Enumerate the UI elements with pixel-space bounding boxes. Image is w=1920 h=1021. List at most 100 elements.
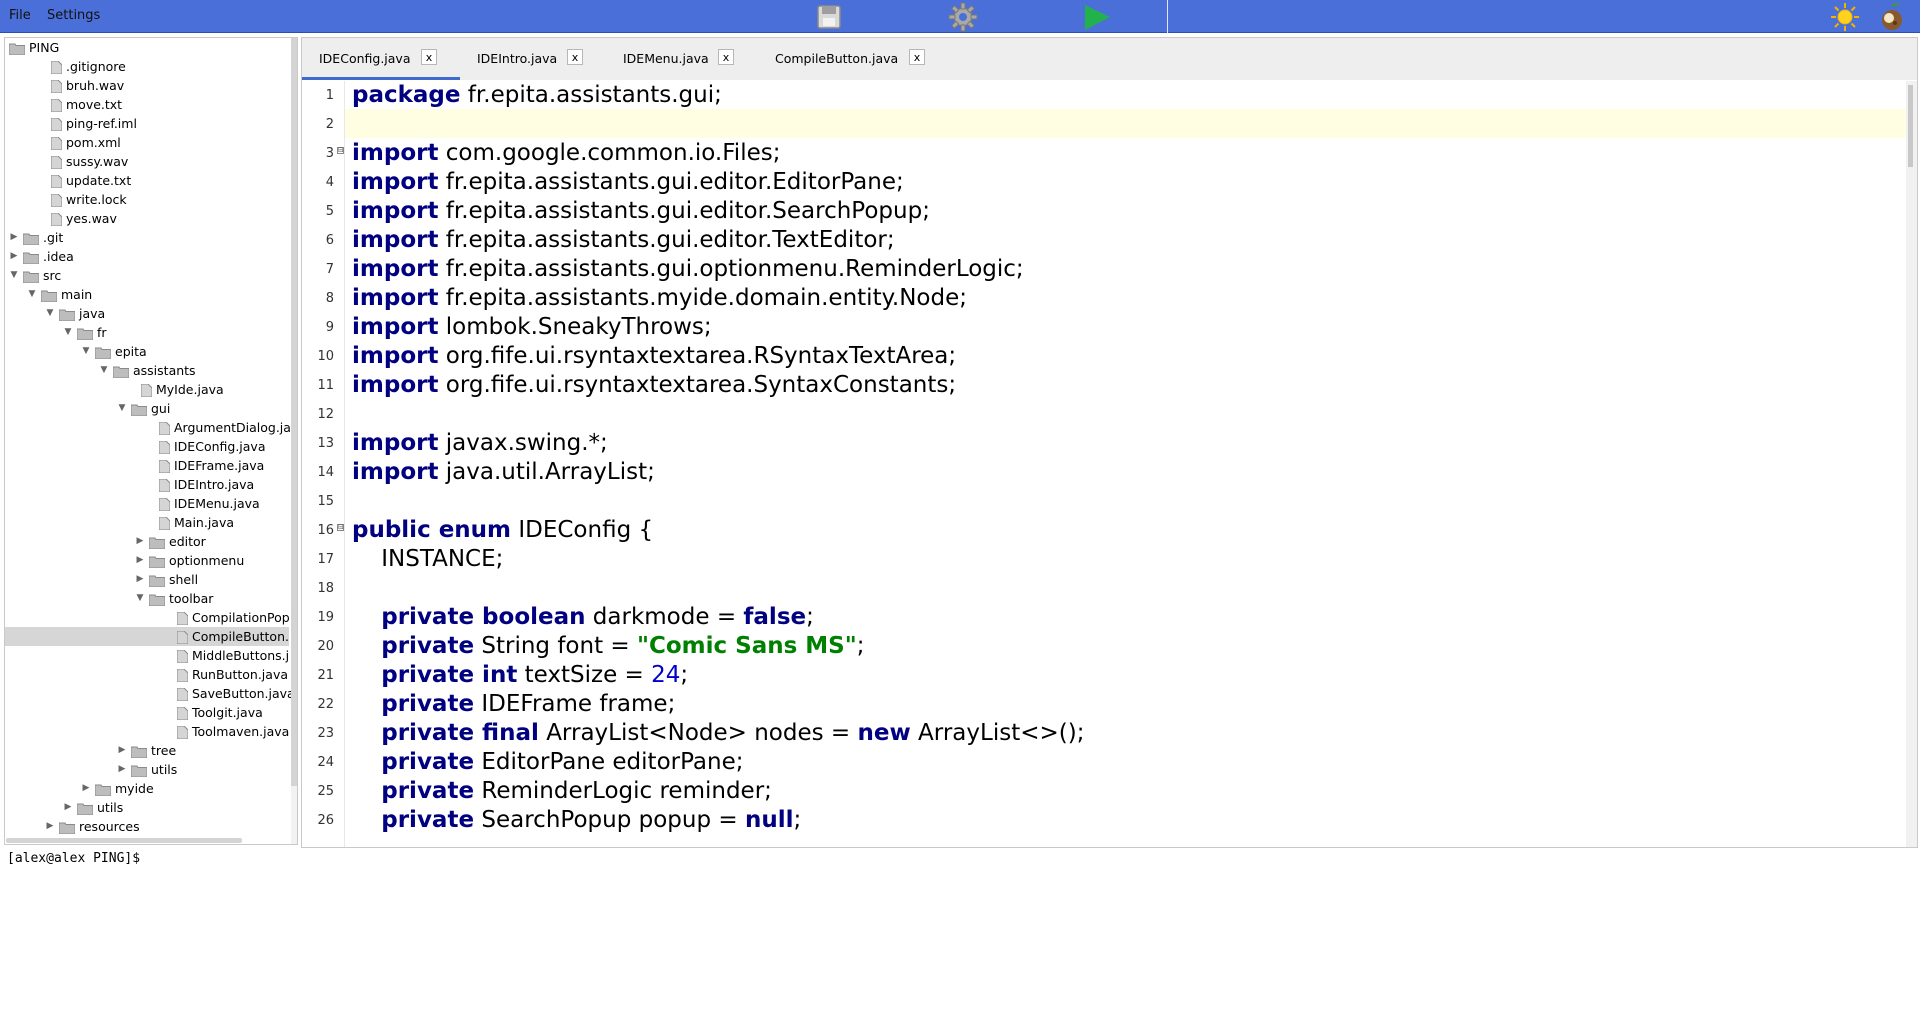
tree-file[interactable]: IDEFrame.java <box>5 456 289 475</box>
chevron-right-icon[interactable]: ▶ <box>117 760 127 779</box>
tree-vertical-scrollbar[interactable] <box>291 38 297 786</box>
tree-folder[interactable]: PING <box>5 38 289 57</box>
code-keyword: null <box>744 807 794 833</box>
chevron-down-icon[interactable]: ▼ <box>63 323 73 342</box>
fold-icon[interactable]: ⊟ <box>337 147 344 154</box>
tree-folder[interactable]: ▶ utils <box>5 798 289 817</box>
tree-file[interactable]: Toolgit.java <box>5 703 289 722</box>
gear-icon[interactable] <box>948 2 978 32</box>
chevron-right-icon[interactable]: ▶ <box>117 741 127 760</box>
tree-folder[interactable]: ▼ gui <box>5 399 289 418</box>
editor-panel: IDEConfig.java x IDEIntro.java x IDEMenu… <box>301 37 1918 848</box>
tree-folder[interactable]: ▼ main <box>5 285 289 304</box>
tree-file[interactable]: ArgumentDialog.ja <box>5 418 291 437</box>
editor-scroll-track[interactable] <box>1906 81 1917 847</box>
tab-compilebutton[interactable]: CompileButton.java x <box>760 38 950 80</box>
tab-ideconfig[interactable]: IDEConfig.java x <box>302 38 460 80</box>
menu-settings[interactable]: Settings <box>47 8 100 23</box>
tree-folder[interactable]: ▼ java <box>5 304 289 323</box>
tree-file[interactable]: update.txt <box>5 171 289 190</box>
terminal-panel[interactable]: [alex@alex PING]$ <box>0 848 1920 1021</box>
chevron-down-icon[interactable]: ▼ <box>45 304 55 323</box>
tree-file[interactable]: IDEMenu.java <box>5 494 289 513</box>
tree-file[interactable]: CompileButton. <box>5 627 289 646</box>
sun-icon[interactable] <box>1830 2 1860 32</box>
chevron-right-icon[interactable]: ▶ <box>135 551 145 570</box>
tree-item-label: yes.wav <box>66 211 117 226</box>
tab-idemenu[interactable]: IDEMenu.java x <box>610 38 760 80</box>
tree-file[interactable]: yes.wav <box>5 209 289 228</box>
tree-folder[interactable]: ▶ shell <box>5 570 289 589</box>
chevron-right-icon[interactable]: ▶ <box>63 798 73 817</box>
chevron-down-icon[interactable]: ▼ <box>99 361 109 380</box>
code-text: fr.epita.assistants.myide.domain.entity.… <box>438 285 968 311</box>
close-icon[interactable]: x <box>909 49 925 65</box>
tree-file[interactable]: write.lock <box>5 190 289 209</box>
tree-folder[interactable]: ▼ src <box>5 266 289 285</box>
tree-folder[interactable]: ▶ .idea <box>5 247 289 266</box>
tree-folder[interactable]: ▼ fr <box>5 323 289 342</box>
play-icon[interactable] <box>1082 2 1112 32</box>
tree-folder[interactable]: ▶ optionmenu <box>5 551 289 570</box>
line-number: 23 <box>317 726 334 741</box>
chevron-down-icon[interactable]: ▼ <box>27 285 37 304</box>
save-icon[interactable] <box>814 2 844 32</box>
tree-file[interactable]: MyIde.java <box>5 380 289 399</box>
chevron-down-icon[interactable]: ▼ <box>9 266 19 285</box>
tree-folder[interactable]: ▶ editor <box>5 532 289 551</box>
chevron-right-icon[interactable]: ▶ <box>135 532 145 551</box>
code-keyword: private <box>381 633 475 659</box>
tree-file[interactable]: pom.xml <box>5 133 289 152</box>
tree-file[interactable]: SaveButton.java <box>5 684 295 703</box>
project-tree[interactable]: PING .gitignore bruh.wav move.txt ping-ref.i… <box>4 37 298 845</box>
tree-file[interactable]: Main.java <box>5 513 289 532</box>
tree-file[interactable]: IDEConfig.java <box>5 437 289 456</box>
chevron-right-icon[interactable]: ▶ <box>81 779 91 798</box>
tree-folder[interactable]: ▶ .git <box>5 228 289 247</box>
tree-file[interactable]: move.txt <box>5 95 289 114</box>
code-text: EditorPane editorPane; <box>474 749 744 775</box>
close-icon[interactable]: x <box>718 49 734 65</box>
tree-folder[interactable]: ▼ toolbar <box>5 589 289 608</box>
code-text: fr.epita.assistants.gui.editor.TextEdito… <box>438 227 895 253</box>
tree-file[interactable]: sussy.wav <box>5 152 289 171</box>
tree-scroll-track[interactable] <box>291 786 297 844</box>
code-editor[interactable]: 1 2 3 ⊟ 4 5 6 7 8 9 10 11 12 13 14 15 16 ⊟ 17 18 19 20 21 22 23 2… <box>302 81 1906 847</box>
line-number: 20 <box>317 639 334 654</box>
chevron-right-icon[interactable]: ▶ <box>135 570 145 589</box>
tree-file[interactable]: Toolmaven.java <box>5 722 289 741</box>
tree-folder[interactable]: ▶ tree <box>5 741 289 760</box>
code-text: SearchPopup popup = <box>474 807 745 833</box>
chevron-down-icon[interactable]: ▼ <box>135 589 145 608</box>
tree-file[interactable]: MiddleButtons.j <box>5 646 289 665</box>
close-icon[interactable]: x <box>421 49 437 65</box>
tree-folder[interactable]: ▼ assistants <box>5 361 289 380</box>
menu-file[interactable]: File <box>9 8 31 23</box>
tree-file[interactable]: ping-ref.iml <box>5 114 289 133</box>
tree-file[interactable]: bruh.wav <box>5 76 289 95</box>
tree-folder[interactable]: ▶ myide <box>5 779 289 798</box>
tree-folder[interactable]: ▼ epita <box>5 342 289 361</box>
close-icon[interactable]: x <box>567 49 583 65</box>
editor-vertical-scrollbar[interactable] <box>1908 85 1913 167</box>
chevron-down-icon[interactable]: ▼ <box>81 342 91 361</box>
tree-file[interactable]: RunButton.java <box>5 665 289 684</box>
line-number: 22 <box>317 697 334 712</box>
tree-folder[interactable]: ▶ resources <box>5 817 289 836</box>
tree-horizontal-scrollbar[interactable] <box>6 838 242 843</box>
chevron-right-icon[interactable]: ▶ <box>45 817 55 836</box>
chevron-down-icon[interactable]: ▼ <box>117 399 127 418</box>
fold-icon[interactable]: ⊟ <box>337 524 344 531</box>
tree-file[interactable]: CompilationPop <box>5 608 290 627</box>
code-text: ArrayList<Node> nodes = <box>538 720 858 746</box>
tree-folder[interactable]: ▶ utils <box>5 760 289 779</box>
tab-ideintro[interactable]: IDEIntro.java x <box>460 38 610 80</box>
tree-file[interactable]: .gitignore <box>5 57 289 76</box>
tree-file[interactable]: IDEIntro.java <box>5 475 289 494</box>
tree-item-label: RunButton.java <box>192 667 289 682</box>
tree-item-label: ping-ref.iml <box>66 116 137 131</box>
coconut-icon[interactable] <box>1877 2 1907 32</box>
chevron-right-icon[interactable]: ▶ <box>9 247 19 266</box>
chevron-right-icon[interactable]: ▶ <box>9 228 19 247</box>
